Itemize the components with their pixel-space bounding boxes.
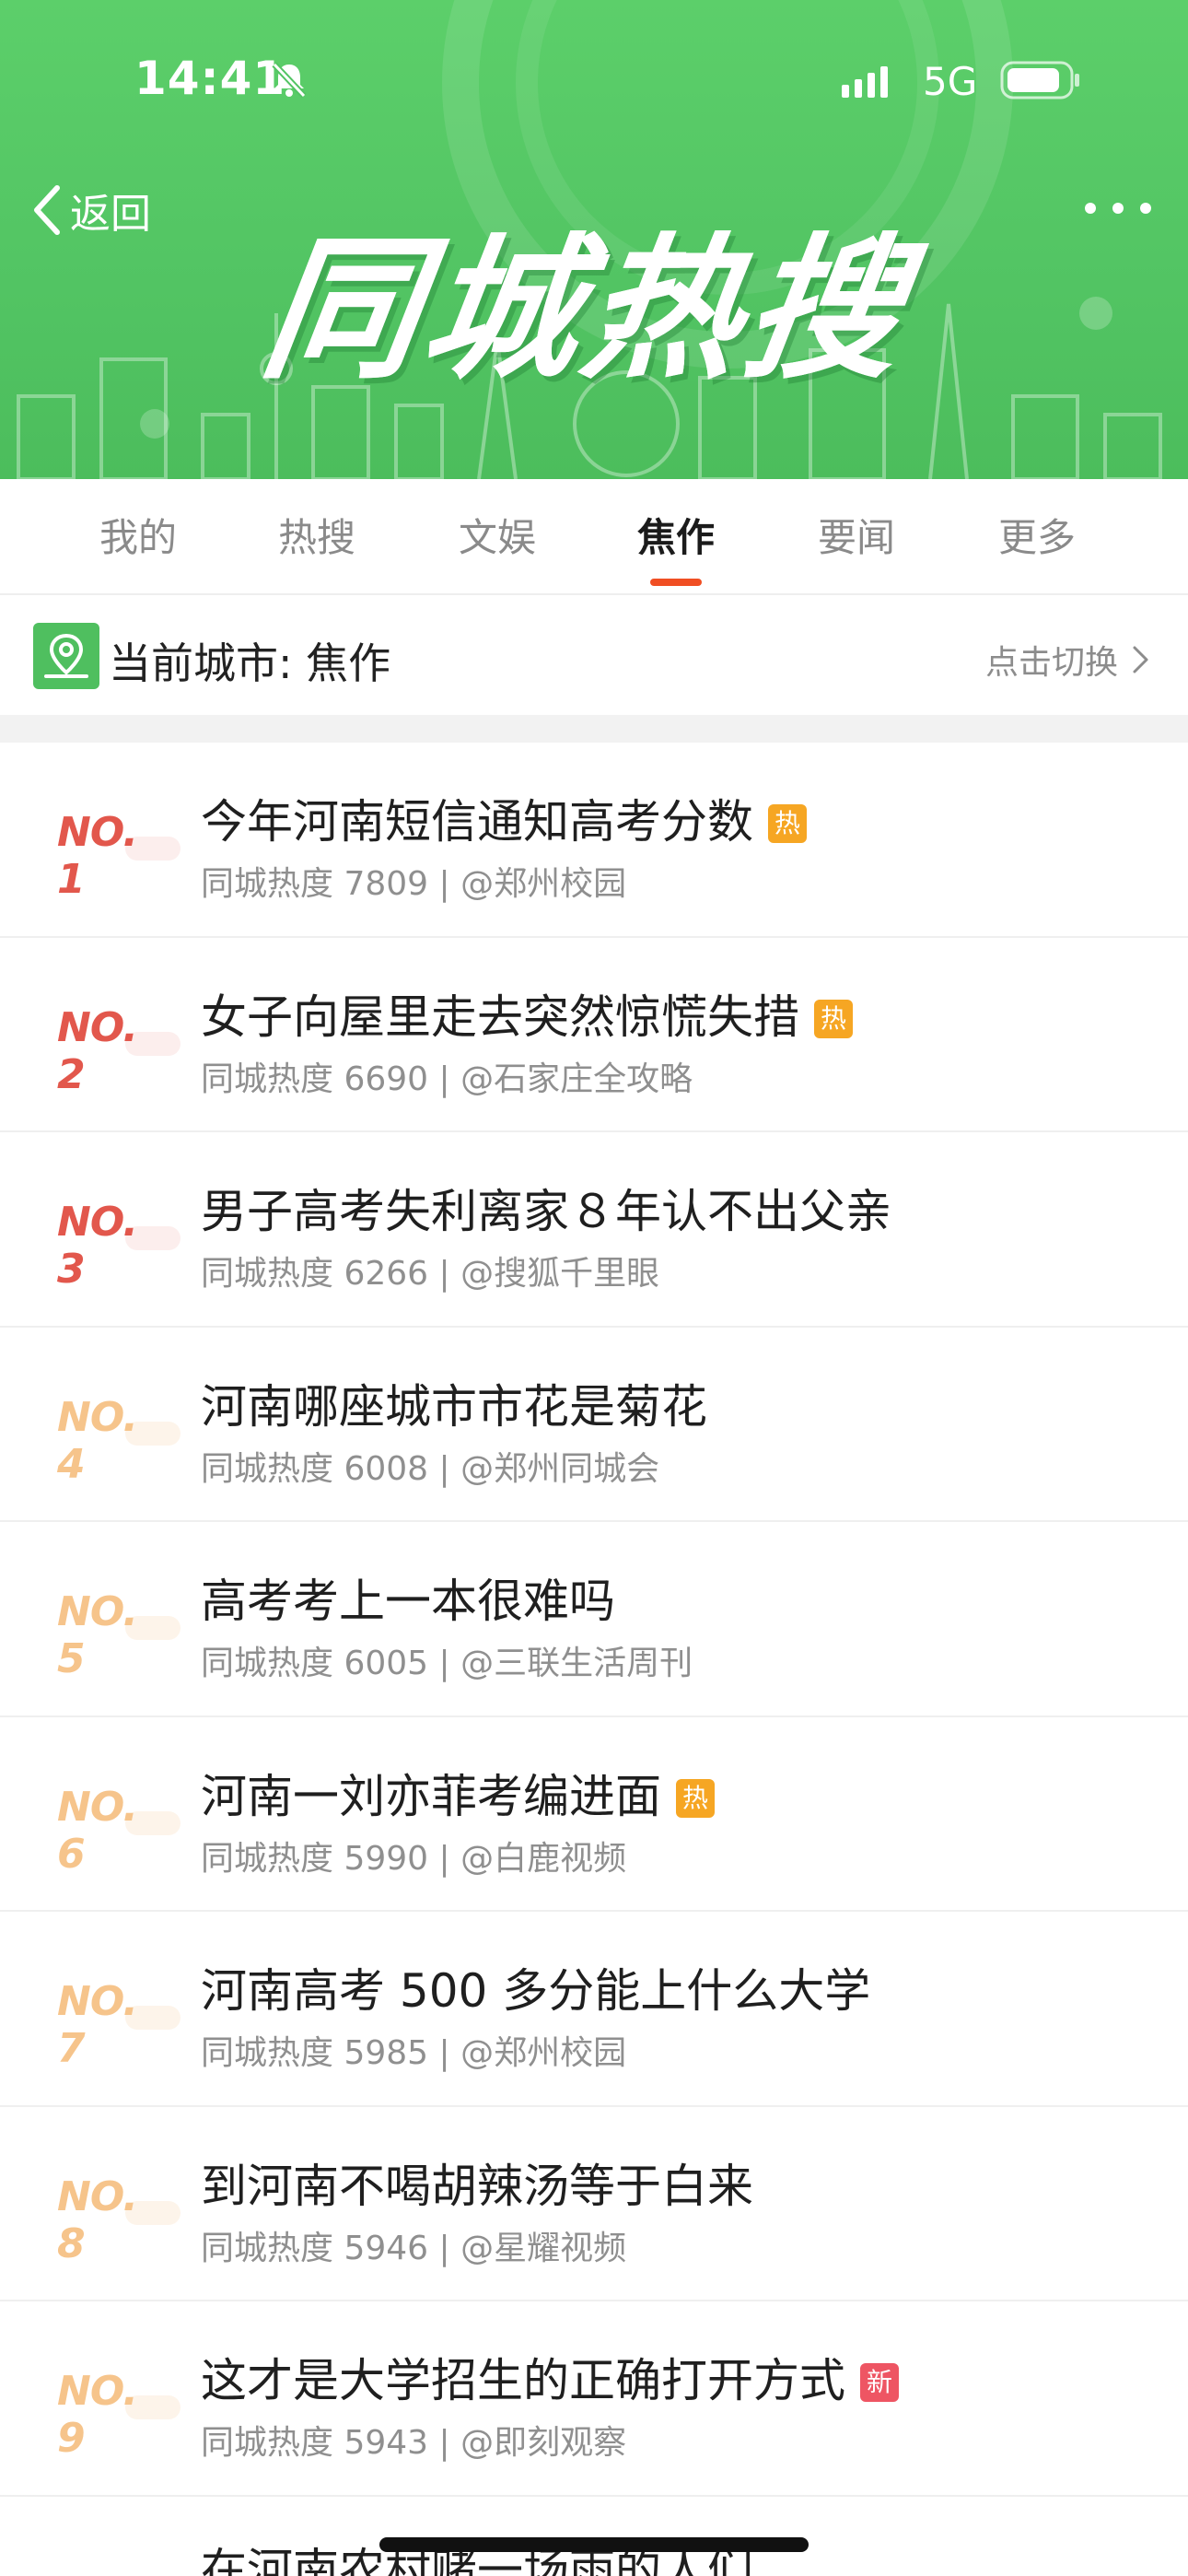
banner-title: 同城热搜 [252,219,919,400]
rank-number: NO. 4 [57,1393,138,1488]
list-item-meta: 同城热度 5946 | @星耀视频 [201,2229,627,2267]
hot-badge: 热 [814,999,853,1038]
list-item-meta: 同城热度 5990 | @白鹿视频 [201,1839,627,1878]
rank-label: NO. 2 [57,1004,181,1098]
rank-label: NO. 9 [57,2368,181,2462]
rank-number: NO. 6 [57,1783,138,1878]
tab-hot-search[interactable]: 热搜 [252,507,381,563]
list-item-title: 到河南不喝胡辣汤等于白来 [201,2149,753,2216]
list-item-title-text: 河南高考 500 多分能上什么大学 [201,1964,871,2018]
rank-number: NO. 3 [57,1199,138,1293]
signal-icon [842,66,888,98]
list-item[interactable]: NO. 2 女子向屋里走去突然惊慌失措热同城热度 6690 | @石家庄全攻略 [0,938,1188,1132]
tab-jiaozuo[interactable]: 焦作 [611,507,740,563]
list-item-title-text: 河南哪座城市市花是菊花 [201,1379,707,1434]
back-label: 返回 [70,191,151,238]
tab-mine[interactable]: 我的 [74,507,203,563]
header-banner: 14:41 5G 返回 同城热搜 [0,0,1188,479]
list-item[interactable]: NO. 4 河南哪座城市市花是菊花同城热度 6008 | @郑州同城会 [0,1328,1188,1522]
tab-more[interactable]: 更多 [973,507,1101,563]
switch-city-label: 点击切换 [984,644,1118,682]
list-item-meta: 同城热度 5985 | @郑州校园 [201,2034,627,2072]
list-item-title: 河南哪座城市市花是菊花 [201,1370,707,1436]
rank-label: NO. 7 [57,1978,181,2072]
list-item[interactable]: NO. 3 男子高考失利离家８年认不出父亲同城热度 6266 | @搜狐千里眼 [0,1132,1188,1328]
battery-icon [1000,61,1079,100]
list-item-title-text: 到河南不喝胡辣汤等于白来 [201,2159,753,2213]
list-item[interactable]: NO. 1 今年河南短信通知高考分数热同城热度 7809 | @郑州校园 [0,743,1188,938]
rank-number: NO. 7 [57,1978,138,2072]
rank-number: NO. 5 [57,1588,138,1682]
bell-muted-icon [272,62,307,99]
back-button[interactable]: 返回 [31,181,151,240]
hot-search-list: NO. 1 今年河南短信通知高考分数热同城热度 7809 | @郑州校园 NO. 2… [0,743,1188,2576]
list-item-title-text: 男子高考失利离家８年认不出父亲 [201,1185,891,1238]
list-item-title-text: 高考考上一本很难吗 [201,1575,615,1628]
active-tab-indicator [650,579,702,586]
rank-number: NO. 9 [57,2368,138,2462]
status-bar: 14:41 5G [0,0,1188,157]
list-item-title-text: 这才是大学招生的正确打开方式 [201,2354,845,2407]
list-item[interactable]: 在河南农村赌一场雨的人们 [0,2497,1188,2576]
chevron-right-icon [1133,646,1148,673]
list-item-meta: 同城热度 6690 | @石家庄全攻略 [201,1060,693,1098]
list-item-title: 男子高考失利离家８年认不出父亲 [201,1175,891,1241]
list-item[interactable]: NO. 8 到河南不喝胡辣汤等于白来同城热度 5946 | @星耀视频 [0,2107,1188,2301]
list-item-meta: 同城热度 6005 | @三联生活周刊 [201,1645,693,1682]
rank-number: NO. 8 [57,2172,138,2267]
rank-label: NO. 5 [57,1588,181,1682]
list-item[interactable]: NO. 9 这才是大学招生的正确打开方式新同城热度 5943 | @即刻观察 [0,2301,1188,2497]
list-item-meta: 同城热度 6266 | @搜狐千里眼 [201,1255,660,1293]
rank-number: NO. 2 [57,1003,138,1098]
section-divider [0,715,1188,743]
current-city-label: 当前城市: 焦作 [109,638,391,688]
list-item-title: 这才是大学招生的正确打开方式新 [201,2344,899,2410]
hot-badge: 热 [768,804,807,843]
list-item-meta: 同城热度 6008 | @郑州同城会 [201,1449,660,1488]
category-tabs: 我的 热搜 文娱 焦作 要闻 更多 [0,479,1188,595]
list-item[interactable]: NO. 5 高考考上一本很难吗同城热度 6005 | @三联生活周刊 [0,1522,1188,1717]
rank-label: NO. 8 [57,2173,181,2267]
list-item-title: 河南高考 500 多分能上什么大学 [201,1954,870,2020]
status-time: 14:41 [134,52,286,105]
location-pin-icon [33,623,99,689]
rank-label: NO. 4 [57,1394,181,1488]
rank-label: NO. 1 [57,809,181,903]
home-indicator [379,2537,809,2552]
list-item-title: 高考考上一本很难吗 [201,1564,615,1631]
rank-number: NO. 1 [57,809,138,903]
more-options-button[interactable] [1085,181,1151,236]
list-item[interactable]: NO. 7 河南高考 500 多分能上什么大学同城热度 5985 | @郑州校园 [0,1912,1188,2107]
list-item-title: 女子向屋里走去突然惊慌失措热 [201,980,853,1047]
list-item-title-text: 女子向屋里走去突然惊慌失措 [201,989,799,1044]
list-item-meta: 同城热度 5943 | @即刻观察 [201,2424,627,2462]
list-item[interactable]: NO. 6 河南一刘亦菲考编进面热同城热度 5990 | @白鹿视频 [0,1717,1188,1912]
more-dots-icon [1085,203,1096,214]
network-type: 5G [923,59,978,104]
list-item-title-text: 今年河南短信通知高考分数 [201,795,753,849]
list-item-title-text: 河南一刘亦菲考编进面 [201,1769,661,1823]
rank-label: NO. 6 [57,1784,181,1878]
list-item-title: 河南一刘亦菲考编进面热 [201,1760,715,1826]
current-city-bar: 当前城市: 焦作 点击切换 [0,597,1188,715]
chevron-left-icon [34,185,60,235]
tab-news[interactable]: 要闻 [792,507,921,563]
switch-city-button[interactable]: 点击切换 [985,636,1151,684]
hot-badge: 热 [676,1778,715,1818]
list-item-title: 今年河南短信通知高考分数热 [201,785,807,851]
list-item-meta: 同城热度 7809 | @郑州校园 [201,865,627,903]
tab-entertainment[interactable]: 文娱 [433,507,562,563]
new-badge: 新 [860,2363,899,2402]
rank-label: NO. 3 [57,1199,181,1293]
